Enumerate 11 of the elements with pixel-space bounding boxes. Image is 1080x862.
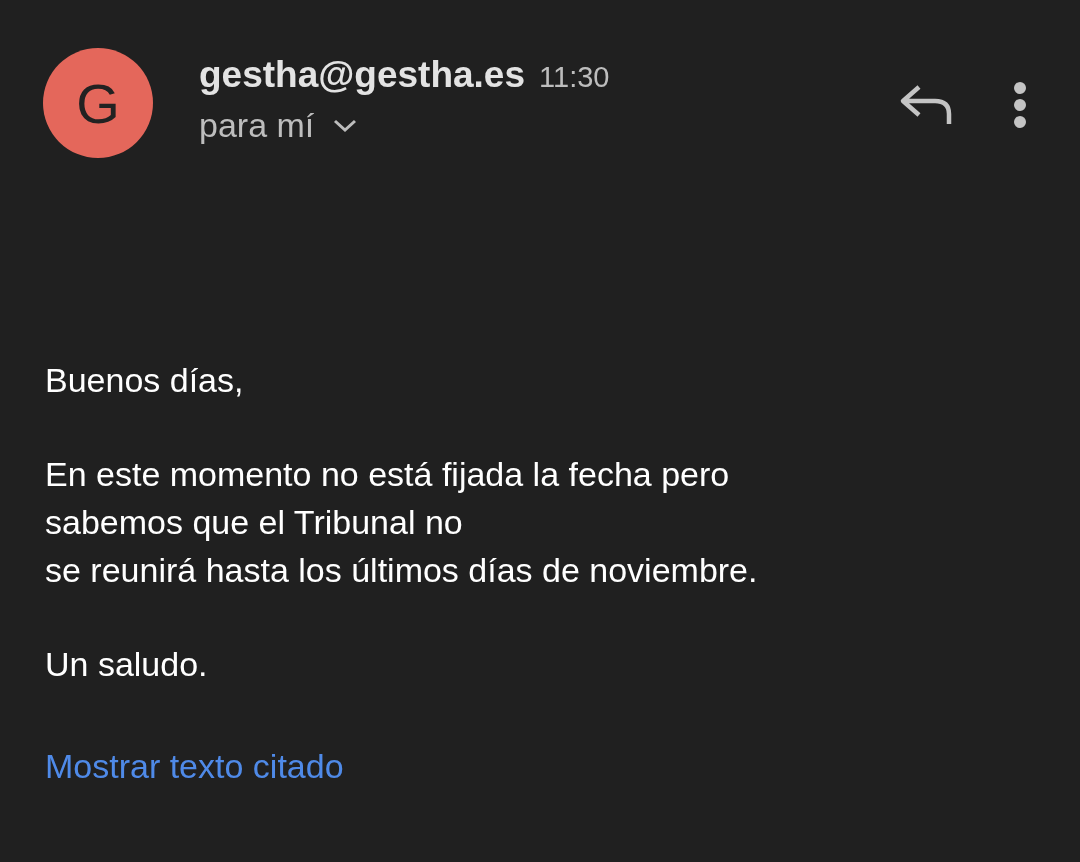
more-options-icon[interactable] — [1013, 82, 1027, 128]
time: 11:30 — [539, 61, 610, 94]
message-paragraph: En este momento no está fijada la fecha pero sabemos que el Tribunal no se reunirá hasta los últimos días de noviembre. — [45, 454, 758, 591]
message-paragraph: Un saludo. — [45, 644, 208, 685]
show-quoted-text-link[interactable]: Mostrar texto citado — [45, 742, 344, 790]
sender-address: gestha@gestha.es — [199, 54, 526, 96]
chevron-down-icon — [332, 117, 359, 134]
recipient-toggle[interactable]: para mí — [199, 106, 359, 145]
message-paragraph: Buenos días, — [45, 360, 244, 401]
avatar: G — [43, 48, 153, 158]
reply-icon[interactable] — [899, 84, 953, 126]
